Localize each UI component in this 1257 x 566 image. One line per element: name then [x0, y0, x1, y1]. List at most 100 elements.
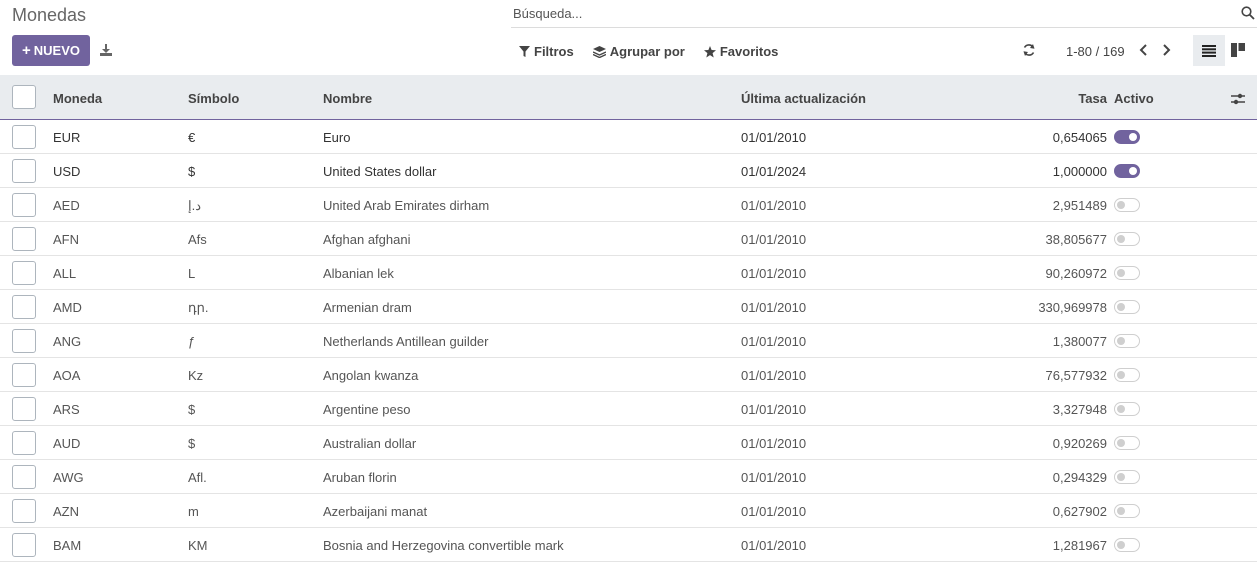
column-header-currency[interactable]: Moneda: [53, 91, 102, 106]
table-row[interactable]: AWG Afl. Aruban florin 01/01/2010 0,294329: [0, 460, 1257, 494]
cell-last-update: 01/01/2010: [741, 436, 807, 451]
toggle-knob: [1129, 167, 1137, 175]
star-icon: [703, 45, 716, 57]
group-by-toggle[interactable]: Agrupar por: [592, 44, 685, 59]
search-bar[interactable]: [511, 0, 1257, 28]
column-header-last-update[interactable]: Última actualización: [741, 91, 866, 106]
row-checkbox[interactable]: [12, 499, 36, 523]
cell-symbol: €: [188, 130, 196, 145]
optional-columns-icon[interactable]: [1231, 92, 1245, 106]
chevron-left-icon[interactable]: [1137, 42, 1151, 58]
row-checkbox[interactable]: [12, 193, 36, 217]
active-toggle[interactable]: [1114, 504, 1140, 518]
row-checkbox[interactable]: [12, 329, 36, 353]
active-toggle[interactable]: [1114, 538, 1140, 552]
cell-currency: AFN: [53, 232, 79, 247]
active-toggle[interactable]: [1114, 470, 1140, 484]
row-checkbox[interactable]: [12, 533, 36, 557]
cell-name: United Arab Emirates dirham: [323, 198, 490, 213]
layers-icon: [592, 45, 606, 58]
search-icon[interactable]: [1241, 6, 1255, 20]
cell-currency: ANG: [53, 334, 82, 349]
currency-table: Moneda Símbolo Nombre Última actualizaci…: [0, 75, 1257, 562]
cell-last-update: 01/01/2010: [741, 504, 807, 519]
table-row[interactable]: AZN m Azerbaijani manat 01/01/2010 0,627902: [0, 494, 1257, 528]
cell-name: Euro: [323, 130, 351, 145]
cell-currency: ALL: [53, 266, 77, 281]
download-icon[interactable]: [99, 43, 113, 57]
cell-currency: AUD: [53, 436, 81, 451]
row-checkbox[interactable]: [12, 397, 36, 421]
cell-rate: 2,951489: [1052, 198, 1107, 213]
cell-symbol: m: [188, 504, 199, 519]
toggle-knob: [1117, 269, 1125, 277]
favorites-toggle[interactable]: Favoritos: [703, 44, 779, 59]
table-row[interactable]: USD $ United States dollar 01/01/2024 1,0000…: [0, 154, 1257, 188]
table-row[interactable]: AED د.إ United Arab Emirates dirham 01/01/2…: [0, 188, 1257, 222]
cell-name: United States dollar: [323, 164, 437, 179]
filter-icon: [519, 46, 530, 57]
group-by-label: Agrupar por: [609, 44, 685, 59]
refresh-icon[interactable]: [1022, 43, 1036, 57]
cell-name: Afghan afghani: [323, 232, 411, 247]
cell-last-update: 01/01/2010: [741, 402, 807, 417]
cell-symbol: د.إ: [188, 198, 202, 213]
active-toggle[interactable]: [1114, 232, 1140, 246]
column-header-symbol[interactable]: Símbolo: [188, 91, 239, 106]
cell-currency: BAM: [53, 538, 82, 553]
column-header-rate[interactable]: Tasa: [1078, 91, 1107, 106]
cell-last-update: 01/01/2024: [741, 164, 807, 179]
active-toggle[interactable]: [1114, 300, 1140, 314]
cell-name: Argentine peso: [323, 402, 411, 417]
toggle-knob: [1117, 405, 1125, 413]
row-checkbox[interactable]: [12, 431, 36, 455]
table-row[interactable]: BAM KM Bosnia and Herzegovina convertible …: [0, 528, 1257, 562]
list-view-button[interactable]: [1193, 35, 1225, 66]
row-checkbox[interactable]: [12, 363, 36, 387]
table-row[interactable]: ANG ƒ Netherlands Antillean guilder 01/01/2…: [0, 324, 1257, 358]
table-row[interactable]: ALL L Albanian lek 01/01/2010 90,260972: [0, 256, 1257, 290]
row-checkbox[interactable]: [12, 261, 36, 285]
active-toggle[interactable]: [1114, 368, 1140, 382]
column-header-name[interactable]: Nombre: [323, 91, 372, 106]
table-row[interactable]: AFN Afs Afghan afghani 01/01/2010 38,805677: [0, 222, 1257, 256]
table-row[interactable]: AOA Kz Angolan kwanza 01/01/2010 76,577932: [0, 358, 1257, 392]
toggle-knob: [1117, 439, 1125, 447]
active-toggle[interactable]: [1114, 402, 1140, 416]
row-checkbox[interactable]: [12, 295, 36, 319]
active-toggle[interactable]: [1114, 198, 1140, 212]
column-header-active[interactable]: Activo: [1114, 91, 1154, 106]
plus-icon: +: [22, 42, 31, 59]
active-toggle[interactable]: [1114, 334, 1140, 348]
search-input[interactable]: [511, 6, 1211, 21]
active-toggle[interactable]: [1114, 436, 1140, 450]
row-checkbox[interactable]: [12, 125, 36, 149]
row-checkbox[interactable]: [12, 465, 36, 489]
cell-symbol: Afl.: [188, 470, 207, 485]
cell-last-update: 01/01/2010: [741, 266, 807, 281]
table-row[interactable]: AMD դր. Armenian dram 01/01/2010 330,969978: [0, 290, 1257, 324]
new-button-label: NUEVO: [33, 43, 80, 58]
select-all-checkbox[interactable]: [12, 85, 36, 109]
active-toggle[interactable]: [1114, 164, 1140, 178]
table-body: EUR € Euro 01/01/2010 0,654065 USD $ United Sta…: [0, 120, 1257, 562]
active-toggle[interactable]: [1114, 266, 1140, 280]
row-checkbox[interactable]: [12, 227, 36, 251]
cell-rate: 0,654065: [1052, 130, 1107, 145]
chevron-right-icon[interactable]: [1159, 42, 1173, 58]
filters-label: Filtros: [534, 44, 574, 59]
favorites-label: Favoritos: [719, 44, 779, 59]
table-row[interactable]: EUR € Euro 01/01/2010 0,654065: [0, 120, 1257, 154]
filters-toggle[interactable]: Filtros: [519, 44, 574, 59]
kanban-icon[interactable]: [1231, 43, 1245, 57]
table-row[interactable]: ARS $ Argentine peso 01/01/2010 3,327948: [0, 392, 1257, 426]
cell-symbol: $: [188, 402, 196, 417]
pager-value[interactable]: 1-80 / 169: [1066, 44, 1125, 59]
table-header: Moneda Símbolo Nombre Última actualizaci…: [0, 75, 1257, 120]
toggle-knob: [1117, 371, 1125, 379]
active-toggle[interactable]: [1114, 130, 1140, 144]
cell-last-update: 01/01/2010: [741, 368, 807, 383]
row-checkbox[interactable]: [12, 159, 36, 183]
new-button[interactable]: + NUEVO: [12, 35, 90, 66]
table-row[interactable]: AUD $ Australian dollar 01/01/2010 0,920269: [0, 426, 1257, 460]
